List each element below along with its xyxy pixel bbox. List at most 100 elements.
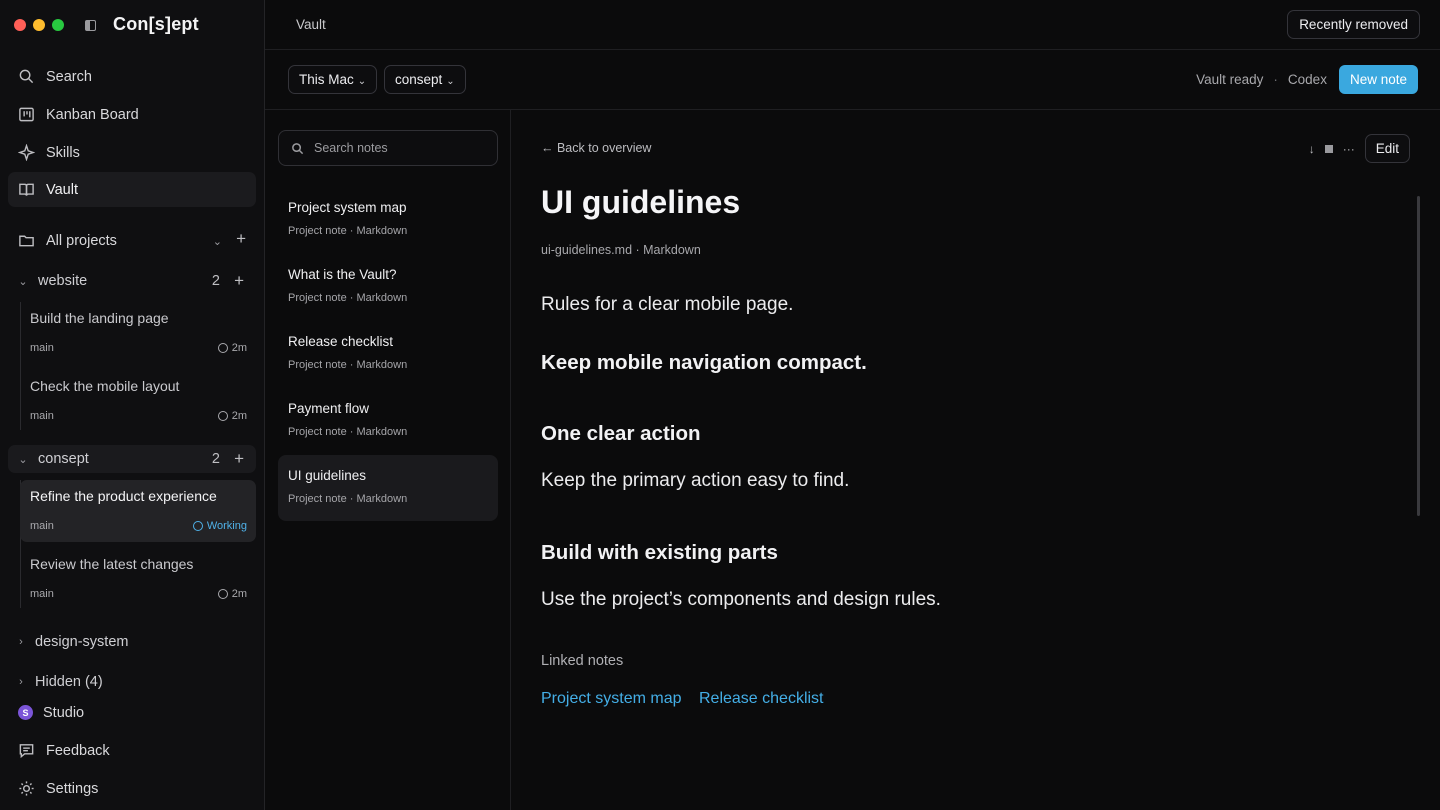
note-paragraph: Use the project’s components and design … (541, 589, 941, 610)
nav-vault-label: Vault (46, 181, 78, 198)
task-item[interactable]: Build the landing page main 2m (20, 302, 256, 364)
minimize-window-button[interactable] (33, 19, 45, 31)
hidden-projects-label: Hidden (4) (35, 674, 103, 690)
settings-label: Settings (46, 780, 99, 797)
project-task-count: 2 (211, 451, 220, 467)
task-title: Review the latest changes (30, 556, 194, 572)
linked-note-link[interactable]: Project system map (541, 690, 681, 708)
settings-item[interactable]: Settings (8, 771, 256, 806)
task-item[interactable]: Check the mobile layout main 2m (20, 370, 256, 432)
task-title: Build the landing page (30, 310, 169, 326)
note-meta: Project note · Markdown (288, 493, 408, 505)
note-list-item[interactable]: What is the Vault? Project note · Markdo… (278, 254, 498, 320)
project-consept[interactable]: ⌄ consept 2 + (8, 445, 256, 473)
add-task-icon[interactable]: + (234, 271, 244, 291)
note-meta: Project note · Markdown (288, 359, 408, 371)
all-projects-label: All projects (46, 232, 117, 249)
project-website[interactable]: ⌄ website 2 + (8, 267, 256, 295)
vault-status: Vault ready (1196, 72, 1264, 87)
note-list-item[interactable]: Payment flow Project note · Markdown (278, 388, 498, 454)
chevron-down-icon[interactable]: ⌄ (213, 235, 222, 248)
project-task-count: 2 (211, 273, 220, 289)
working-spinner-icon (192, 521, 203, 531)
note-tools: ↓ ··· Edit (1309, 134, 1410, 163)
task-status: Working (192, 520, 247, 532)
nav-search-label: Search (46, 68, 92, 85)
chevron-down-icon[interactable]: ⌄ (16, 275, 30, 288)
feedback-label: Feedback (46, 742, 110, 759)
task-status-text: 2m (231, 588, 247, 600)
close-window-button[interactable] (14, 19, 26, 31)
project-name: website (38, 273, 88, 289)
nav-skills[interactable]: Skills (8, 135, 256, 170)
recently-removed-button[interactable]: Recently removed (1287, 10, 1420, 39)
all-projects-row[interactable]: All projects ⌄ + (8, 223, 256, 258)
back-to-overview-link[interactable]: ← Back to overview (541, 141, 651, 155)
vault-status-group: Vault ready · Codex New note (1196, 65, 1418, 94)
note-meta: Project note · Markdown (288, 292, 408, 304)
sun-gear-icon (18, 780, 35, 797)
add-task-icon[interactable]: + (234, 449, 244, 469)
note-title: Project system map (288, 200, 407, 215)
nav-kanban-label: Kanban Board (46, 106, 139, 123)
task-status-text: Working (206, 520, 247, 532)
notes-list-panel: Search notes Project system map Project … (265, 110, 511, 810)
content-scrollbar[interactable] (1417, 196, 1420, 516)
more-icon[interactable]: ··· (1343, 142, 1355, 156)
feedback-item[interactable]: Feedback (8, 733, 256, 768)
studio-item[interactable]: S Studio (8, 695, 256, 730)
task-title: Check the mobile layout (30, 378, 180, 394)
chevron-right-icon[interactable]: › (14, 636, 28, 648)
window-controls (14, 19, 64, 31)
note-list-item-selected[interactable]: UI guidelines Project note · Markdown (278, 455, 498, 521)
task-item-active[interactable]: Refine the product experience main Worki… (20, 480, 256, 542)
hidden-projects[interactable]: › Hidden (4) (8, 668, 256, 696)
location-dropdown[interactable]: This Mac ⌄ (288, 65, 378, 94)
edit-button[interactable]: Edit (1364, 134, 1410, 163)
project-design-system[interactable]: › design-system (8, 628, 256, 656)
search-notes-input[interactable]: Search notes (278, 130, 498, 166)
note-filename: ui-guidelines.md · Markdown (541, 243, 701, 257)
new-note-button[interactable]: New note (1338, 65, 1418, 94)
note-list-item[interactable]: Project system map Project note · Markdo… (278, 187, 498, 253)
nav-search[interactable]: Search (8, 59, 256, 94)
nav-vault[interactable]: Vault (8, 172, 256, 207)
task-branch: main (30, 588, 54, 600)
note-meta: Project note · Markdown (288, 426, 408, 438)
task-title: Refine the product experience (30, 488, 217, 504)
task-status: 2m (217, 410, 247, 422)
task-status: 2m (217, 588, 247, 600)
search-icon (292, 142, 304, 154)
task-status-text: 2m (231, 410, 247, 422)
studio-label: Studio (43, 704, 85, 721)
chevron-right-icon[interactable]: › (14, 676, 28, 688)
note-subheading: Build with existing parts (541, 541, 778, 564)
linked-notes-label: Linked notes (541, 653, 624, 669)
note-subheading: Keep mobile navigation compact. (541, 351, 867, 374)
folder-icon (18, 232, 35, 249)
chevron-down-icon[interactable]: ⌄ (16, 453, 30, 466)
stop-icon[interactable] (1324, 144, 1333, 153)
note-subheading: One clear action (541, 422, 701, 445)
sidebar-toggle-icon[interactable] (85, 20, 96, 31)
note-list-item[interactable]: Release checklist Project note · Markdow… (278, 321, 498, 387)
task-item[interactable]: Review the latest changes main 2m (20, 548, 256, 610)
nav-kanban-board[interactable]: Kanban Board (8, 97, 256, 132)
message-icon (18, 742, 35, 759)
project-dropdown[interactable]: consept ⌄ (384, 65, 466, 94)
arrow-down-icon[interactable]: ↓ (1309, 142, 1315, 156)
task-branch: main (30, 342, 54, 354)
agent-label: Codex (1287, 72, 1327, 87)
project-name: design-system (35, 634, 129, 650)
task-status-text: 2m (231, 342, 247, 354)
add-project-icon[interactable]: + (236, 229, 246, 249)
search-icon (18, 68, 35, 85)
sparkle-icon (18, 144, 35, 161)
breadcrumb: Vault (296, 17, 326, 32)
top-bar: Vault Recently removed (265, 0, 1440, 50)
task-branch: main (30, 410, 54, 422)
linked-note-link[interactable]: Release checklist (699, 690, 824, 708)
zoom-window-button[interactable] (52, 19, 64, 31)
status-ring-icon (217, 411, 228, 421)
note-paragraph: Keep the primary action easy to find. (541, 470, 850, 491)
